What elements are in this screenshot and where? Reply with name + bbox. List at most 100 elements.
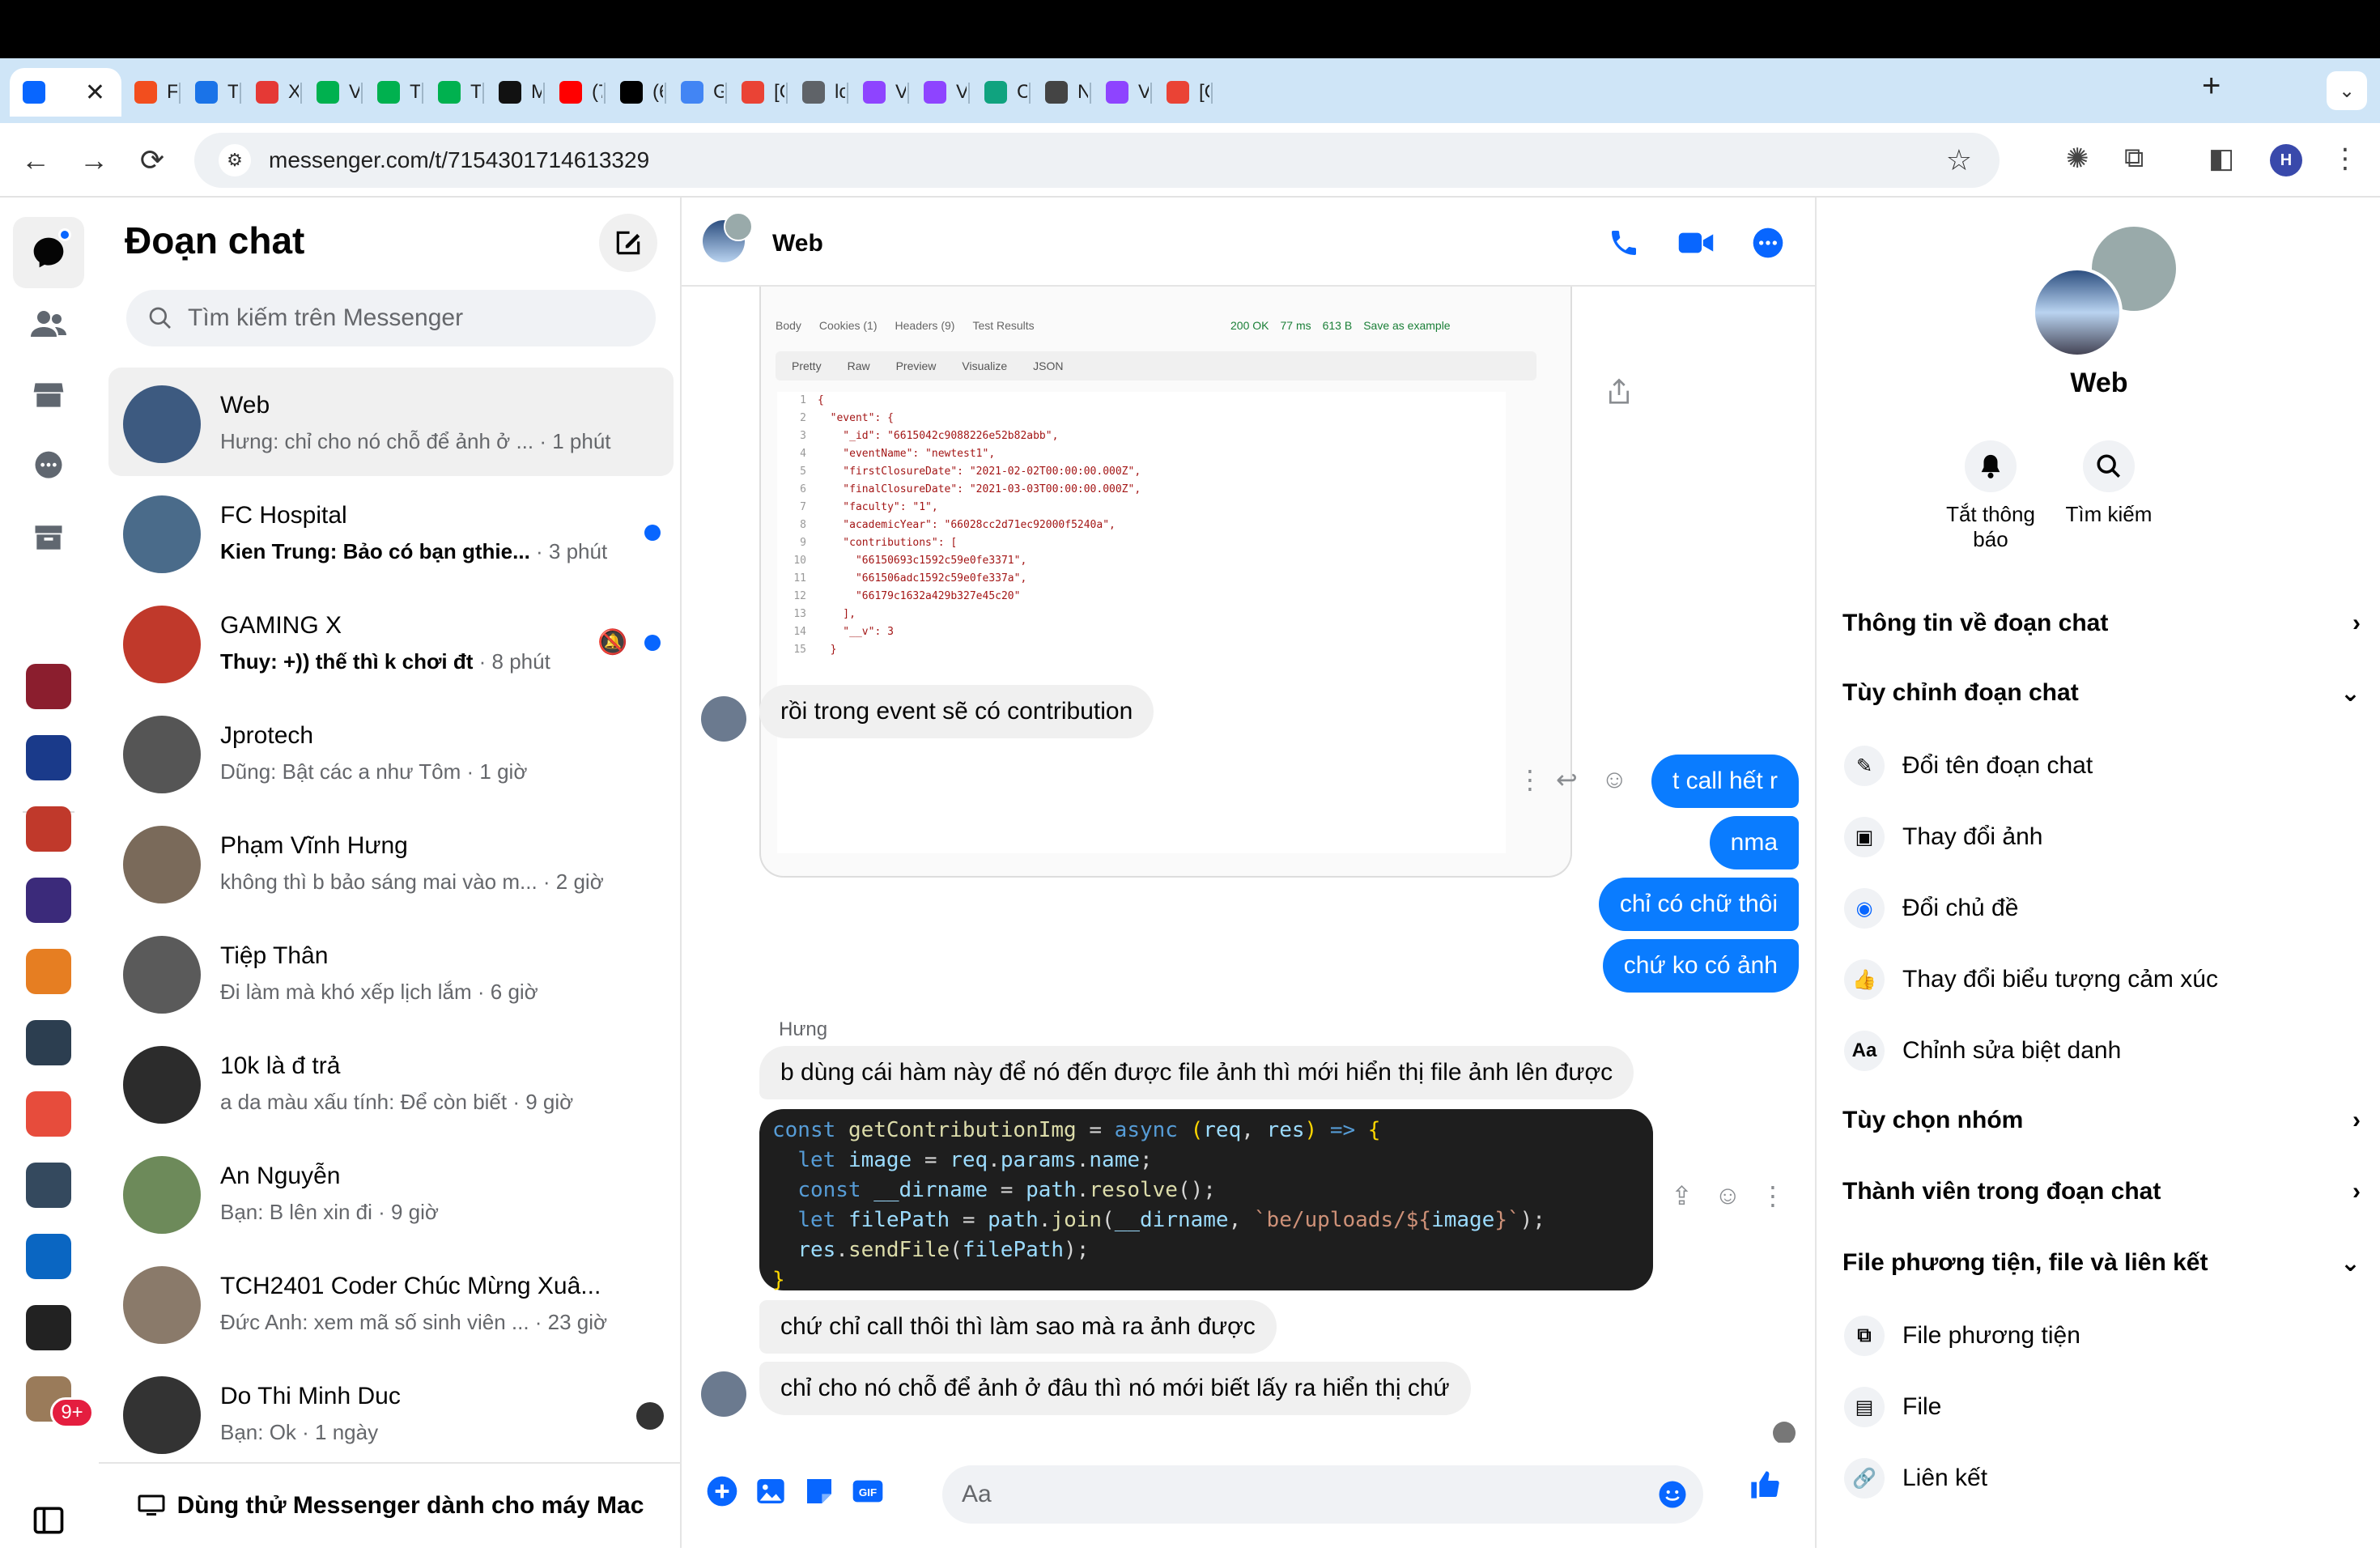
change-photo-option[interactable]: ▣ Thay đổi ảnh [1844, 805, 2362, 869]
linkedin-community-icon[interactable] [26, 1234, 71, 1279]
chat-info-section[interactable]: Thông tin về đoạn chat › [1842, 591, 2361, 656]
files-option[interactable]: ▤ File [1844, 1375, 2362, 1439]
message-bubble[interactable]: chỉ cho nó chỗ để ảnh ở đâu thì nó mới b… [759, 1362, 1471, 1415]
react-emoji-icon[interactable]: ☺ [1715, 1180, 1741, 1210]
forward-button[interactable]: → [74, 141, 113, 180]
tab-search-button[interactable]: ⌄ [2327, 71, 2367, 110]
chat-title[interactable]: Web [772, 230, 823, 257]
reload-button[interactable]: ⟳ [133, 141, 172, 180]
browser-tab[interactable]: Vite [911, 68, 967, 117]
community-icon[interactable] [26, 806, 71, 852]
outgoing-message[interactable]: t call hết r [1651, 755, 1799, 808]
extensions-puzzle-icon[interactable]: ⧉ [2124, 142, 2144, 174]
try-mac-app-banner[interactable]: Dùng thử Messenger dành cho máy Mac [99, 1462, 682, 1548]
message-input[interactable]: Aa [942, 1465, 1703, 1524]
bookmark-star-icon[interactable]: ☆ [1946, 143, 1972, 177]
requests-rail-button[interactable] [13, 431, 84, 502]
browser-menu-icon[interactable]: ⋮ [2331, 142, 2359, 175]
change-theme-option[interactable]: ◉ Đổi chủ đề [1844, 876, 2362, 941]
mute-notifications-button[interactable]: Tắt thông báo [1930, 440, 2051, 552]
browser-tab[interactable]: [CO [1154, 68, 1209, 117]
conversation-item[interactable]: TCH2401 Coder Chúc Mừng Xuâ... Đức Anh: x… [108, 1248, 674, 1357]
browser-tab[interactable]: Vite [850, 68, 906, 117]
video-call-icon[interactable] [1677, 227, 1715, 259]
chats-rail-button[interactable] [13, 217, 84, 288]
message-bubble[interactable]: rồi trong event sẽ có contribution [759, 685, 1154, 738]
rename-chat-option[interactable]: ✎ Đổi tên đoạn chat [1844, 733, 2362, 798]
community-icon[interactable] [26, 735, 71, 780]
browser-tab[interactable]: Trun [182, 68, 238, 117]
address-bar[interactable]: ⚙ messenger.com/t/7154301714613329 ☆ [194, 133, 2000, 188]
conversation-item[interactable]: Do Thi Minh Duc Bạn: Ok · 1 ngày [108, 1358, 674, 1467]
more-actions-icon[interactable]: ⋮ [1517, 764, 1543, 795]
conversation-item[interactable]: FC Hospital Kien Trung: Bảo có bạn gthie.… [108, 478, 674, 586]
members-section[interactable]: Thành viên trong đoạn chat › [1842, 1159, 2361, 1224]
browser-tab[interactable]: Tuyể [425, 68, 481, 117]
conversation-item[interactable]: GAMING X Thuy: +)) thế thì k chơi đt · 8 … [108, 588, 674, 696]
community-icon[interactable] [26, 664, 71, 709]
search-in-chat-button[interactable]: Tìm kiếm [2048, 440, 2170, 527]
community-icon[interactable] [26, 1091, 71, 1137]
site-info-icon[interactable]: ⚙ [219, 144, 251, 176]
close-tab-icon[interactable]: ✕ [85, 79, 121, 107]
media-option[interactable]: ⧉ File phương tiện [1844, 1303, 2362, 1368]
new-message-button[interactable] [599, 214, 657, 272]
emoji-picker-icon[interactable] [1658, 1480, 1687, 1509]
conversation-item[interactable]: Phạm Vĩnh Hưng không thì b bảo sáng mai v… [108, 808, 674, 916]
browser-tab[interactable]: loca [789, 68, 845, 117]
outgoing-message[interactable]: nma [1709, 816, 1799, 869]
sender-avatar[interactable] [701, 1371, 746, 1417]
side-panel-icon[interactable]: ◧ [2208, 142, 2234, 175]
plus-circle-icon[interactable] [706, 1475, 738, 1507]
collapse-sidebar-button[interactable] [13, 1485, 84, 1556]
message-bubble[interactable]: b dùng cái hàm này để nó đến được file ả… [759, 1046, 1634, 1099]
tab-active-messenger[interactable]: ✕ [10, 68, 121, 117]
like-thumb-icon[interactable] [1749, 1469, 1781, 1501]
customize-chat-section[interactable]: Tùy chỉnh đoạn chat ⌄ [1842, 661, 2361, 725]
community-icon[interactable] [26, 1163, 71, 1208]
browser-tab[interactable]: (6) T [607, 68, 663, 117]
browser-tab[interactable]: Vite [1093, 68, 1149, 117]
outgoing-message[interactable]: chứ ko có ảnh [1602, 939, 1799, 993]
browser-tab[interactable]: Việc [304, 68, 359, 117]
gif-icon[interactable]: GIF [852, 1475, 884, 1507]
new-tab-button[interactable]: + [2202, 68, 2221, 104]
links-option[interactable]: 🔗 Liên kết [1844, 1446, 2362, 1511]
browser-tab[interactable]: Man [486, 68, 542, 117]
media-files-section[interactable]: File phương tiện, file và liên kết ⌄ [1842, 1231, 2361, 1295]
phone-icon[interactable] [1608, 227, 1640, 259]
marketplace-rail-button[interactable] [13, 359, 84, 431]
conversation-item[interactable]: Jprotech Dũng: Bật các a như Tôm · 1 giờ [108, 698, 674, 806]
image-upload-icon[interactable] [754, 1475, 787, 1507]
conversation-item[interactable]: Web Hưng: chỉ cho nó chỗ để ảnh ở ... · 1… [108, 368, 674, 476]
sticker-icon[interactable] [803, 1475, 835, 1507]
share-icon[interactable] [1606, 377, 1632, 406]
browser-tab[interactable]: Gem [668, 68, 724, 117]
outgoing-message[interactable]: chỉ có chữ thôi [1598, 878, 1799, 931]
react-emoji-icon[interactable]: ☺ [1601, 764, 1628, 794]
browser-tab[interactable]: [CO [729, 68, 784, 117]
community-icon[interactable] [26, 949, 71, 994]
extension-icon[interactable]: ✺ [2066, 142, 2089, 175]
conversation-search[interactable]: Tìm kiếm trên Messenger [126, 290, 656, 346]
conversation-item[interactable]: An Nguyễn Bạn: B lên xin đi · 9 giờ [108, 1138, 674, 1247]
browser-tab[interactable]: Tuyể [364, 68, 420, 117]
browser-tab[interactable]: (7) Y [546, 68, 602, 117]
browser-tab[interactable]: New [1032, 68, 1088, 117]
browser-tab[interactable]: First [121, 68, 177, 117]
group-options-section[interactable]: Tùy chọn nhóm › [1842, 1088, 2361, 1153]
sender-avatar[interactable] [701, 696, 746, 742]
change-emoji-option[interactable]: 👍 Thay đổi biểu tượng cảm xúc [1844, 947, 2362, 1012]
reply-icon[interactable]: ↩ [1556, 764, 1578, 795]
archive-rail-button[interactable] [13, 502, 84, 573]
back-button[interactable]: ← [16, 141, 55, 180]
edit-nicknames-option[interactable]: Aa Chỉnh sửa biệt danh [1844, 1018, 2362, 1083]
conversation-item[interactable]: Tiệp Thân Đi làm mà khó xếp lịch lắm · 6 … [108, 918, 674, 1027]
conversation-item[interactable]: 10k là đ trả a da màu xấu tính: Để còn bi… [108, 1028, 674, 1137]
community-icon[interactable] [26, 878, 71, 923]
community-icon[interactable] [26, 1020, 71, 1065]
more-actions-icon[interactable]: ⋮ [1760, 1180, 1786, 1211]
people-rail-button[interactable] [13, 288, 84, 359]
community-icon[interactable] [26, 1305, 71, 1350]
shared-image-message[interactable]: Body Cookies (1) Headers (9) Test Results 2… [759, 287, 1572, 878]
